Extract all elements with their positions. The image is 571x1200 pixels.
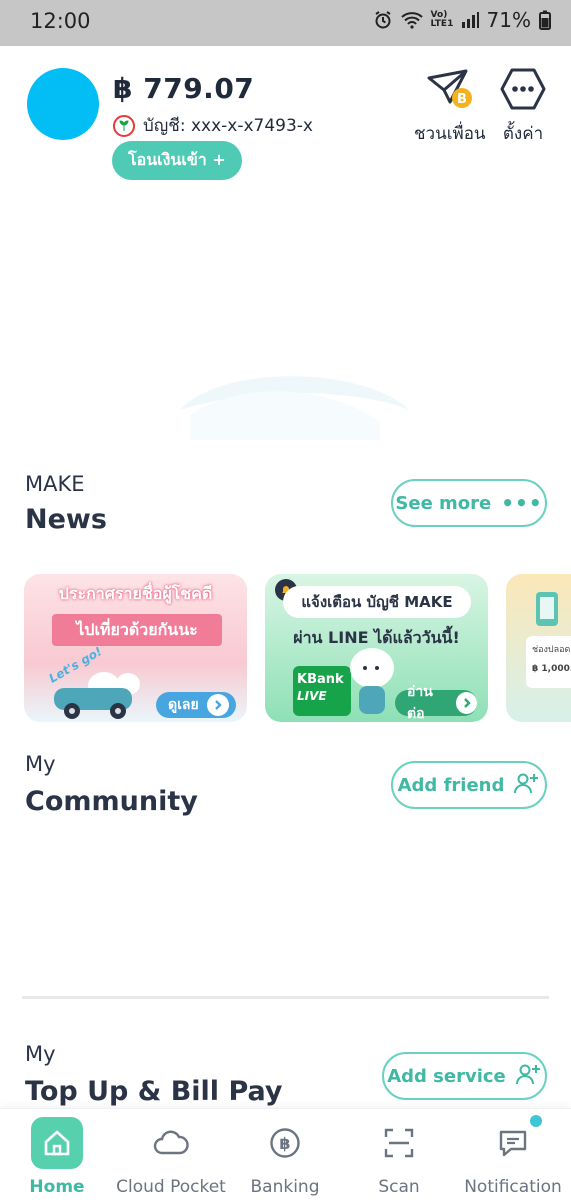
nav-home[interactable]: Home (0, 1109, 114, 1200)
svg-text:฿: ฿ (279, 1134, 290, 1153)
arrow-right-icon (206, 694, 229, 716)
nav-banking[interactable]: ฿ Banking (228, 1109, 342, 1200)
add-service-button[interactable]: Add service (382, 1052, 547, 1100)
cloud-icon (145, 1117, 197, 1169)
bottom-navigation: Home Cloud Pocket ฿ Banking Scan Notific… (0, 1108, 571, 1200)
add-person-icon (515, 1062, 542, 1091)
home-icon (31, 1117, 83, 1169)
view-now-label: ดูเลย (168, 697, 199, 713)
services-title: Top Up & Bill Pay (25, 1076, 283, 1107)
nav-notification-label: Notification (464, 1177, 562, 1197)
view-now-button[interactable]: ดูเลย (156, 692, 236, 718)
account-balance: ฿ 779.07 (113, 72, 255, 105)
nav-scan-label: Scan (378, 1177, 420, 1197)
account-number-row: บัญชี: xxx-x-x7493-x (113, 112, 313, 139)
nav-cloud-pocket-label: Cloud Pocket (116, 1177, 226, 1197)
settings-label: ตั้งค่า (502, 124, 544, 144)
promo-card: ช่องปลอด ฿ 1,000.00 (526, 636, 571, 688)
promo-card-label: ช่องปลอด (532, 645, 571, 655)
banner-title: ประกาศรายชื่อผู้โชคดี (58, 584, 213, 603)
add-service-label: Add service (387, 1065, 506, 1087)
wifi-icon (400, 11, 423, 29)
invite-friend-label: ชวนเพื่อน (414, 124, 486, 144)
notification-badge (530, 1115, 542, 1127)
community-subtitle: My (25, 752, 56, 776)
network-label: Vo) LTE1 (430, 10, 454, 29)
paper-plane-coin-icon: B (426, 68, 474, 114)
kbank-logo-icon (113, 114, 135, 137)
banner-ribbon: ไปเที่ยวด้วยกันนะ (52, 614, 222, 646)
settings-button[interactable]: ตั้งค่า (500, 68, 546, 147)
cloud-decoration (160, 360, 420, 454)
alarm-icon (373, 10, 393, 30)
more-dots-icon: ••• (501, 491, 543, 515)
status-time: 12:00 (30, 9, 91, 33)
topup-button[interactable]: โอนเงินเข้า + (112, 141, 242, 180)
nav-notification[interactable]: Notification (456, 1109, 570, 1200)
nav-cloud-pocket[interactable]: Cloud Pocket (114, 1109, 228, 1200)
banner-title: แจ้งเตือน บัญชี MAKE (283, 586, 471, 618)
read-more-button[interactable]: อ่านต่อ (395, 684, 477, 722)
live-label: LIVE (297, 689, 327, 703)
phone-illustration (530, 590, 570, 634)
news-subtitle: MAKE (25, 472, 85, 496)
scan-icon (373, 1117, 425, 1169)
services-subtitle: My (25, 1042, 56, 1066)
svg-text:B: B (457, 92, 467, 107)
invite-friend-button[interactable]: B ชวนเพื่อน (414, 68, 486, 147)
read-more-label: อ่านต่อ (407, 684, 433, 722)
news-banner-lucky-draw[interactable]: ประกาศรายชื่อผู้โชคดี ไปเที่ยวด้วยกันนะ … (24, 574, 247, 722)
account-number: บัญชี: xxx-x-x7493-x (143, 116, 313, 136)
kbank-label: KBank (297, 672, 344, 687)
see-more-label: See more (395, 492, 492, 514)
status-icons: Vo) LTE1 71% (373, 8, 551, 32)
mascot-illustration (347, 642, 397, 722)
section-divider (22, 996, 549, 999)
news-banner-line-alert[interactable]: แจ้งเตือน บัญชี MAKE ผ่าน LINE ได้แล้ววั… (265, 574, 488, 722)
promo-card-amount: ฿ 1,000.00 (532, 664, 571, 674)
nav-banking-label: Banking (250, 1177, 320, 1197)
battery-icon (539, 10, 551, 30)
news-banner-partial[interactable]: ช่องปลอด ฿ 1,000.00 (506, 574, 571, 722)
nav-home-label: Home (29, 1177, 85, 1197)
more-hexagon-icon (500, 68, 546, 114)
signal-icon (461, 11, 479, 29)
battery-level: 71% (486, 8, 531, 32)
kbank-live-card: KBank LIVE (293, 666, 351, 716)
community-title: Community (25, 786, 198, 817)
avatar[interactable] (27, 68, 99, 140)
baht-coin-icon: ฿ (259, 1117, 311, 1169)
news-title: News (25, 504, 107, 535)
arrow-right-icon (456, 692, 477, 714)
add-person-icon (514, 771, 540, 800)
status-bar: 12:00 Vo) LTE1 71% (0, 0, 571, 46)
see-more-button[interactable]: See more ••• (391, 479, 547, 527)
add-friend-label: Add friend (397, 774, 505, 796)
car-illustration (44, 662, 154, 722)
nav-scan[interactable]: Scan (342, 1109, 456, 1200)
add-friend-button[interactable]: Add friend (391, 761, 547, 809)
